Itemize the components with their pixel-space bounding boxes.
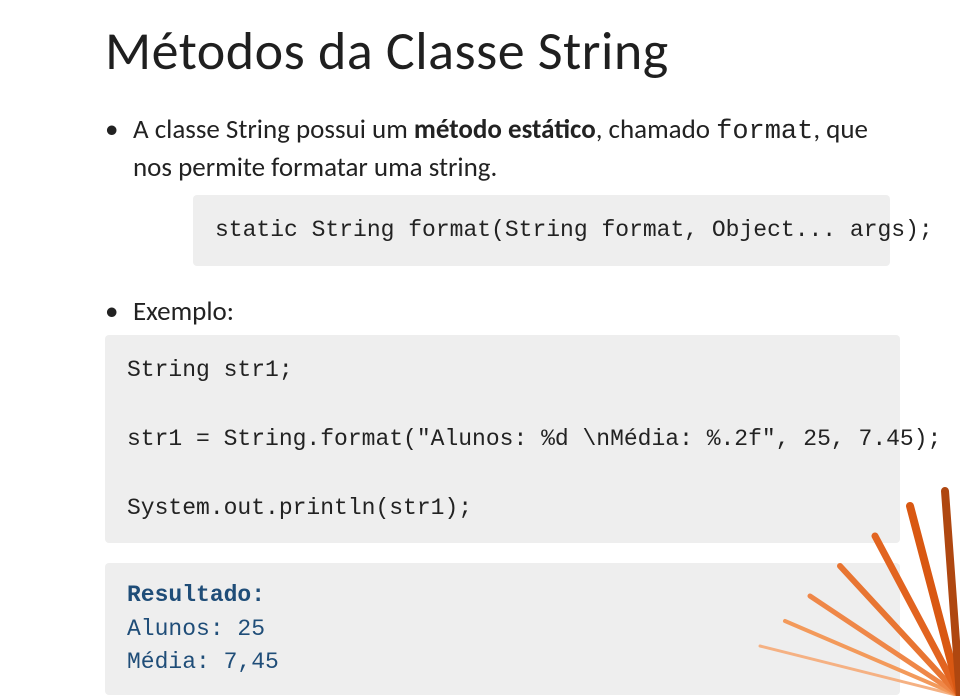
slide-title: Métodos da Classe String [105, 18, 900, 84]
slide-container: Métodos da Classe String A classe String… [0, 0, 960, 696]
bullet-item-1: A classe String possui um método estátic… [105, 112, 900, 266]
result-block: Resultado: Alunos: 25 Média: 7,45 [105, 563, 900, 695]
result-line-2: Média: 7,45 [127, 649, 279, 675]
result-line-1: Alunos: 25 [127, 616, 265, 642]
code-line-2: str1 = String.format("Alunos: %d \nMédia… [127, 426, 941, 452]
b1-pre: A classe String possui um [133, 113, 414, 146]
bullet-list: A classe String possui um método estátic… [105, 112, 900, 695]
result-label: Resultado: [127, 582, 265, 608]
signature-block: static String format(String format, Obje… [193, 195, 890, 266]
code-line-1: String str1; [127, 357, 293, 383]
b1-mono: format [716, 117, 813, 147]
example-code-block: String str1; str1 = String.format("Aluno… [105, 335, 900, 544]
b2-label: Exemplo: [133, 295, 234, 328]
b1-mid: , chamado [596, 113, 716, 146]
slide-body: A classe String possui um método estátic… [105, 112, 900, 695]
bullet-item-2: Exemplo: String str1; str1 = String.form… [105, 294, 900, 696]
signature-text: static String format(String format, Obje… [215, 217, 933, 243]
code-line-3: System.out.println(str1); [127, 495, 472, 521]
b1-bold: método estático [414, 113, 596, 146]
